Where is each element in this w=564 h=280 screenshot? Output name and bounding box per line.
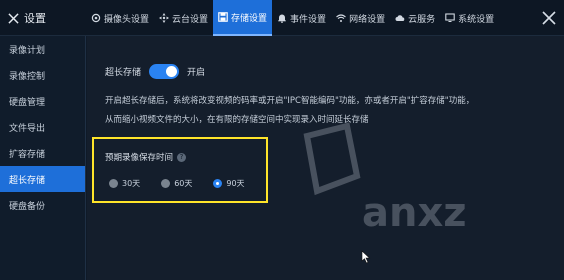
sidebar-item-disk-backup[interactable]: 硬盘备份 xyxy=(0,192,85,218)
svg-text:anxz: anxz xyxy=(362,190,467,236)
retention-option-30[interactable]: 30天 xyxy=(109,178,140,189)
sidebar-item-record-control[interactable]: 录像控制 xyxy=(0,62,85,88)
tab-camera-settings[interactable]: 摄像头设置 xyxy=(86,0,154,36)
sidebar-item-file-export[interactable]: 文件导出 xyxy=(0,114,85,140)
radio-label: 30天 xyxy=(122,179,141,188)
radio-label: 90天 xyxy=(226,179,245,188)
top-bar: 设置 摄像头设置 云台设置 存储设置 事件设置 网络设置 云服务 系统设置 xyxy=(0,0,564,36)
extended-storage-row: 超长存储 开启 xyxy=(105,64,205,79)
toggle-state-text: 开启 xyxy=(187,68,206,78)
toggle-knob xyxy=(166,66,178,77)
tab-storage-settings[interactable]: 存储设置 xyxy=(213,0,273,36)
retention-options: 30天 60天 90天 xyxy=(109,178,245,189)
radio-icon xyxy=(161,179,171,188)
cloud-icon xyxy=(395,15,405,21)
settings-header: 设置 xyxy=(0,0,86,36)
extended-storage-label: 超长存储 xyxy=(105,68,142,78)
monitor-icon xyxy=(445,13,455,22)
settings-tabs: 摄像头设置 云台设置 存储设置 事件设置 网络设置 云服务 系统设置 xyxy=(86,0,499,36)
tab-event-settings[interactable]: 事件设置 xyxy=(272,0,331,36)
retention-label-text: 预期录像保存时间 xyxy=(105,153,174,163)
radio-label: 60天 xyxy=(174,179,193,188)
tab-ptz-settings[interactable]: 云台设置 xyxy=(154,0,213,36)
tab-label: 事件设置 xyxy=(290,14,327,25)
tab-label: 系统设置 xyxy=(458,14,495,25)
radio-icon xyxy=(109,179,118,188)
radio-selected-icon xyxy=(213,179,223,188)
close-icon[interactable] xyxy=(540,9,558,27)
tab-cloud-service[interactable]: 云服务 xyxy=(390,0,440,36)
settings-title: 设置 xyxy=(24,12,46,25)
watermark-logo: anxz xyxy=(303,122,467,236)
tab-label: 摄像头设置 xyxy=(104,14,150,25)
bell-icon xyxy=(278,14,286,23)
sidebar: 录像计划 录像控制 硬盘管理 文件导出 扩容存储 超长存储 硬盘备份 xyxy=(0,36,86,280)
save-icon xyxy=(218,12,228,22)
camera-icon xyxy=(91,13,101,23)
sidebar-item-disk-management[interactable]: 硬盘管理 xyxy=(0,88,85,114)
tab-label: 云台设置 xyxy=(172,14,209,25)
sidebar-item-record-schedule[interactable]: 录像计划 xyxy=(0,36,85,62)
sidebar-item-expanded-storage[interactable]: 扩容存储 xyxy=(0,140,85,166)
wifi-icon xyxy=(336,14,346,22)
sidebar-item-extended-storage[interactable]: 超长存储 xyxy=(0,166,85,192)
description-line-1: 开启超长存储后，系统将改变视频的码率或开启"IPC智能编码"功能，亦或者开启"扩… xyxy=(105,96,475,106)
retention-highlight-box xyxy=(92,137,268,203)
mouse-cursor-icon xyxy=(361,250,371,264)
ptz-icon xyxy=(159,13,170,23)
tab-network-settings[interactable]: 网络设置 xyxy=(331,0,390,36)
tools-icon xyxy=(8,12,19,24)
retention-option-90[interactable]: 90天 xyxy=(213,178,245,189)
tab-label: 网络设置 xyxy=(349,14,386,25)
tab-system-settings[interactable]: 系统设置 xyxy=(440,0,499,36)
retention-option-60[interactable]: 60天 xyxy=(161,178,192,189)
main-panel: 超长存储 开启 开启超长存储后，系统将改变视频的码率或开启"IPC智能编码"功能… xyxy=(87,36,564,280)
tab-label: 云服务 xyxy=(408,14,436,25)
tab-label: 存储设置 xyxy=(231,13,268,24)
retention-label: 预期录像保存时间 ? xyxy=(105,151,187,163)
help-icon[interactable]: ? xyxy=(177,152,187,162)
extended-storage-toggle[interactable] xyxy=(149,64,180,79)
